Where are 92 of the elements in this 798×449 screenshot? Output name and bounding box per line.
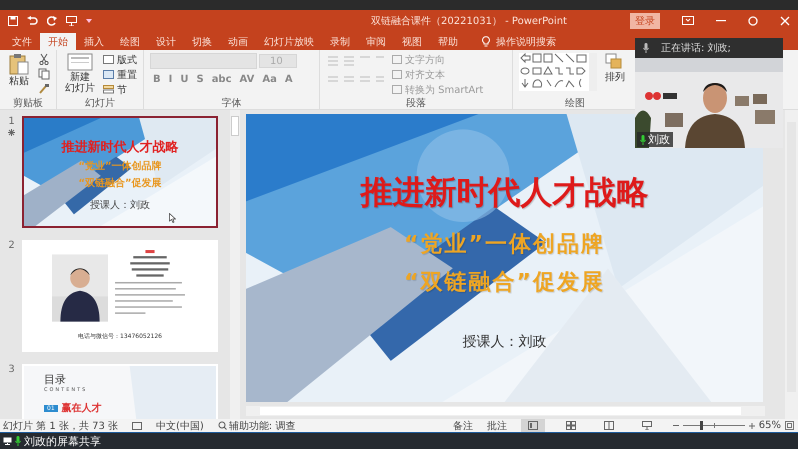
speaker-status: 正在讲话: 刘政;: [661, 42, 731, 55]
slide-title: 推进新时代人才战略: [360, 172, 648, 213]
scrollbar[interactable]: [230, 110, 240, 419]
group-label: 绘图: [564, 97, 586, 109]
comments-button[interactable]: 批注: [486, 418, 507, 432]
font-format-button[interactable]: I: [166, 74, 176, 85]
font-format-button[interactable]: Aa: [259, 74, 280, 85]
ribbon-tab[interactable]: 审阅: [358, 33, 394, 50]
new-slide-button[interactable]: 新建 幻灯片: [63, 53, 97, 94]
group-label: 剪贴板: [12, 96, 44, 109]
font-format-button[interactable]: U: [177, 74, 192, 85]
presenter-text: 授课人：刘政: [462, 333, 546, 351]
shapes-gallery-drawing[interactable]: [519, 53, 597, 91]
text-direction-button[interactable]: 文字方向: [392, 53, 484, 66]
screen-share-label: 刘政的屏幕共享: [24, 434, 101, 448]
view-icon: [566, 421, 576, 430]
align-text-button[interactable]: 对齐文本: [392, 68, 484, 81]
ribbon-tab[interactable]: 幻灯片放映: [256, 33, 322, 50]
microphone-icon: [643, 43, 649, 53]
view-icon: [642, 421, 652, 430]
accessibility-status[interactable]: 辅助功能: 调查: [218, 418, 296, 432]
slide-count: 幻灯片 第 1 张，共 73 张: [3, 420, 118, 432]
contents-item: 赢在人才: [62, 402, 102, 415]
text-direction-icon: [392, 55, 402, 64]
contents-heading: 目录: [44, 372, 67, 387]
window-title: 双链融合课件（20221031） - PowerPoint: [370, 14, 568, 28]
slide-number: 1: [8, 116, 15, 127]
font-format-button[interactable]: B: [150, 74, 164, 85]
layout-button[interactable]: 版式: [103, 53, 137, 66]
reset-icon: [103, 70, 114, 79]
font-format-button[interactable]: abc: [208, 74, 235, 85]
mouse-cursor-icon: [169, 213, 176, 223]
zoom-in-icon[interactable]: [748, 422, 755, 428]
cut-icon[interactable]: [38, 53, 50, 65]
ribbon-display-icon[interactable]: [682, 16, 694, 25]
ribbon-tab[interactable]: 帮助: [430, 33, 466, 50]
slide-number: 3: [8, 364, 15, 375]
view-icon: [604, 421, 614, 430]
section-button[interactable]: 节: [103, 83, 137, 96]
ribbon-tab[interactable]: 绘图: [112, 33, 148, 50]
copy-icon[interactable]: [38, 68, 50, 80]
minimize-icon[interactable]: [716, 20, 726, 22]
tell-me-search[interactable]: 操作说明搜索: [496, 34, 556, 48]
close-icon[interactable]: [780, 16, 790, 26]
view-icon: [528, 421, 538, 430]
screen-share-icon: [3, 437, 12, 445]
slide-number: 2: [8, 240, 15, 251]
ribbon-tab[interactable]: 文件: [4, 33, 40, 50]
ribbon-tab[interactable]: 视图: [394, 33, 430, 50]
scrollbar[interactable]: [246, 406, 765, 416]
fit-to-window-icon[interactable]: [785, 421, 794, 430]
font-format-button[interactable]: AV: [236, 74, 258, 85]
undo-icon[interactable]: [27, 16, 38, 26]
font-format-button[interactable]: A: [282, 74, 296, 85]
save-icon[interactable]: [8, 16, 18, 26]
notes-button[interactable]: 备注: [452, 418, 473, 432]
layout-icon: [103, 55, 114, 64]
align-text-icon: [392, 70, 402, 79]
group-label: 段落: [405, 96, 427, 109]
zoom-level[interactable]: 65%: [758, 420, 781, 431]
ribbon-tab[interactable]: 设计: [148, 33, 184, 50]
clipboard-icon: [8, 53, 30, 75]
section-icon: [103, 85, 114, 94]
paste-button[interactable]: 粘贴: [6, 53, 32, 87]
arrange-button[interactable]: 排列: [603, 53, 627, 83]
lightbulb-icon: [482, 36, 490, 47]
microphone-icon: [15, 436, 21, 446]
ribbon-tab[interactable]: 动画: [220, 33, 256, 50]
redo-icon[interactable]: [47, 16, 57, 26]
view-button[interactable]: [520, 419, 545, 432]
magnifier-icon: [218, 421, 227, 430]
font-format-button[interactable]: S: [193, 74, 207, 85]
zoom-out-icon[interactable]: [672, 423, 679, 428]
presentation-icon[interactable]: [66, 16, 77, 26]
ribbon-tab[interactable]: 录制: [322, 33, 358, 50]
language-indicator[interactable]: 中文(中国): [156, 418, 204, 432]
ribbon-tab[interactable]: 切换: [184, 33, 220, 50]
dropdown-icon[interactable]: [86, 18, 92, 22]
sign-in-button[interactable]: 登录: [630, 12, 660, 28]
group-label: 幻灯片: [84, 96, 116, 109]
restore-icon[interactable]: [748, 16, 758, 26]
font-name-field[interactable]: [150, 53, 257, 69]
smartart-icon: [392, 85, 402, 94]
spelling-icon[interactable]: [132, 422, 142, 430]
ribbon-tab[interactable]: 插入: [76, 33, 112, 50]
presenter-text: 授课人：刘政: [90, 198, 150, 212]
smartart-button[interactable]: 转换为 SmartArt: [392, 83, 484, 96]
ribbon-tab[interactable]: 开始: [40, 33, 76, 50]
format-painter-icon[interactable]: [38, 83, 50, 95]
reset-button[interactable]: 重置: [103, 68, 137, 81]
group-label: 字体: [220, 96, 242, 109]
new-slide-icon: [67, 53, 93, 71]
